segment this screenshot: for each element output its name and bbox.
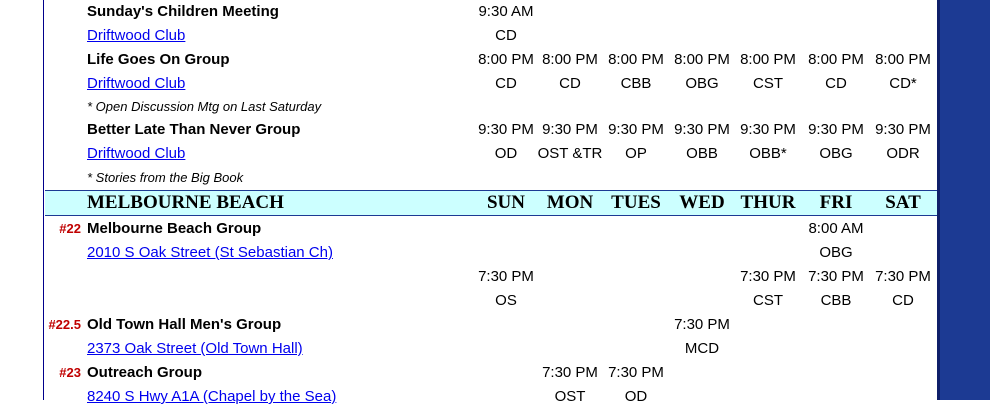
- meeting-time: 8:00 PM: [608, 51, 664, 68]
- group-row: Life Goes On Group 8:00 PM 8:00 PM 8:00 …: [45, 48, 937, 72]
- right-frame-panel: [937, 0, 990, 400]
- meeting-time: 7:30 PM: [542, 364, 598, 381]
- meeting-code: ODR: [886, 145, 920, 162]
- location-link[interactable]: 8240 S Hwy A1A (Chapel by the Sea): [87, 385, 336, 409]
- meeting-code: OBG: [685, 75, 719, 92]
- meeting-time: 7:30 PM: [740, 268, 796, 285]
- meeting-time: 8:00 PM: [478, 51, 534, 68]
- section-title: MELBOURNE BEACH: [87, 192, 284, 213]
- meeting-time: 9:30 AM: [478, 3, 534, 20]
- meeting-code: OD: [624, 388, 648, 405]
- meeting-code: OP: [625, 145, 647, 162]
- meeting-time: 7:30 PM: [875, 268, 931, 285]
- group-row: Driftwood Club OD OST &TR OP OBB OBB* OB…: [45, 142, 937, 166]
- group-row: #23 Outreach Group 7:30 PM 7:30 PM: [45, 361, 937, 385]
- meeting-code: CST: [753, 75, 783, 92]
- meeting-time: 8:00 AM: [808, 220, 864, 237]
- meeting-time: 9:30 PM: [608, 121, 664, 138]
- day-header-sun: SUN: [486, 192, 525, 213]
- location-link[interactable]: 2010 S Oak Street (St Sebastian Ch): [87, 241, 333, 265]
- group-name: Melbourne Beach Group: [87, 220, 262, 237]
- location-link[interactable]: 2373 Oak Street (Old Town Hall): [87, 337, 303, 361]
- meeting-code: CD: [559, 75, 581, 92]
- group-number: #22.5: [48, 317, 81, 332]
- meeting-code: OBG: [819, 145, 853, 162]
- meeting-code: CST: [753, 292, 783, 309]
- group-row: #22.5 Old Town Hall Men's Group 7:30 PM: [45, 313, 937, 337]
- meeting-time: 7:30 PM: [608, 364, 664, 381]
- meeting-time: 7:30 PM: [674, 316, 730, 333]
- meeting-time: 8:00 PM: [740, 51, 796, 68]
- meeting-time: 9:30 PM: [875, 121, 931, 138]
- meeting-time: 9:30 PM: [542, 121, 598, 138]
- left-frame-border: [0, 0, 44, 400]
- day-header-fri: FRI: [819, 192, 853, 213]
- group-name: Sunday's Children Meeting: [87, 3, 279, 20]
- day-header-thur: THUR: [740, 192, 796, 213]
- group-name: Outreach Group: [87, 364, 203, 381]
- group-row: 2373 Oak Street (Old Town Hall) MCD: [45, 337, 937, 361]
- group-note: * Open Discussion Mtg on Last Saturday: [87, 99, 322, 114]
- group-name: Old Town Hall Men's Group: [87, 316, 282, 333]
- group-row: Driftwood Club CD: [45, 24, 937, 48]
- location-link[interactable]: Driftwood Club: [87, 24, 185, 48]
- group-name: Life Goes On Group: [87, 51, 230, 68]
- group-row: OS CST CBB CD: [45, 289, 937, 313]
- meeting-code: CD: [495, 27, 517, 44]
- meeting-code: MCD: [684, 340, 720, 357]
- meeting-code: OBG: [819, 244, 853, 261]
- group-number: #23: [59, 365, 81, 380]
- note-row: * Stories from the Big Book: [45, 166, 937, 190]
- meeting-code: CD: [825, 75, 847, 92]
- meeting-schedule: Sunday's Children Meeting 9:30 AM Driftw…: [45, 0, 937, 405]
- meeting-code: OD: [494, 145, 518, 162]
- meeting-code: OS: [495, 292, 517, 309]
- meeting-code: OBB*: [749, 145, 787, 162]
- group-note: * Stories from the Big Book: [87, 170, 244, 185]
- note-row: * Open Discussion Mtg on Last Saturday: [45, 95, 937, 119]
- group-row: Driftwood Club CD CD CBB OBG CST CD CD*: [45, 72, 937, 96]
- meeting-code: OST &TR: [537, 145, 603, 162]
- meeting-code: OST: [554, 388, 586, 405]
- section-header-melbourne-beach: MELBOURNE BEACH SUN MON TUES WED THUR FR…: [45, 190, 937, 216]
- group-row: 7:30 PM 7:30 PM 7:30 PM 7:30 PM: [45, 265, 937, 289]
- meeting-time: 9:30 PM: [808, 121, 864, 138]
- meeting-code: CBB: [620, 75, 652, 92]
- meeting-time: 8:00 PM: [674, 51, 730, 68]
- group-name: Better Late Than Never Group: [87, 121, 301, 138]
- group-row: Better Late Than Never Group 9:30 PM 9:3…: [45, 118, 937, 142]
- meeting-code: CD: [892, 292, 914, 309]
- meeting-code: CD*: [889, 75, 917, 92]
- meeting-code: OBB: [686, 145, 718, 162]
- group-row: #22 Melbourne Beach Group 8:00 AM: [45, 217, 937, 241]
- meeting-time: 9:30 PM: [674, 121, 730, 138]
- meeting-time: 9:30 PM: [740, 121, 796, 138]
- group-row: Sunday's Children Meeting 9:30 AM: [45, 0, 937, 24]
- group-number: #22: [59, 221, 81, 236]
- meeting-time: 8:00 PM: [808, 51, 864, 68]
- location-link[interactable]: Driftwood Club: [87, 142, 185, 166]
- group-row: 8240 S Hwy A1A (Chapel by the Sea) OST O…: [45, 385, 937, 409]
- meeting-code: CBB: [820, 292, 852, 309]
- day-header-mon: MON: [546, 192, 594, 213]
- meeting-code: CD: [495, 75, 517, 92]
- location-link[interactable]: Driftwood Club: [87, 72, 185, 96]
- meeting-time: 7:30 PM: [808, 268, 864, 285]
- meeting-time: 9:30 PM: [478, 121, 534, 138]
- group-row: 2010 S Oak Street (St Sebastian Ch) OBG: [45, 241, 937, 265]
- day-header-sat: SAT: [885, 192, 921, 213]
- meeting-time: 8:00 PM: [542, 51, 598, 68]
- meeting-time: 8:00 PM: [875, 51, 931, 68]
- day-header-wed: WED: [679, 192, 725, 213]
- day-header-tues: TUES: [611, 192, 661, 213]
- meeting-time: 7:30 PM: [478, 268, 534, 285]
